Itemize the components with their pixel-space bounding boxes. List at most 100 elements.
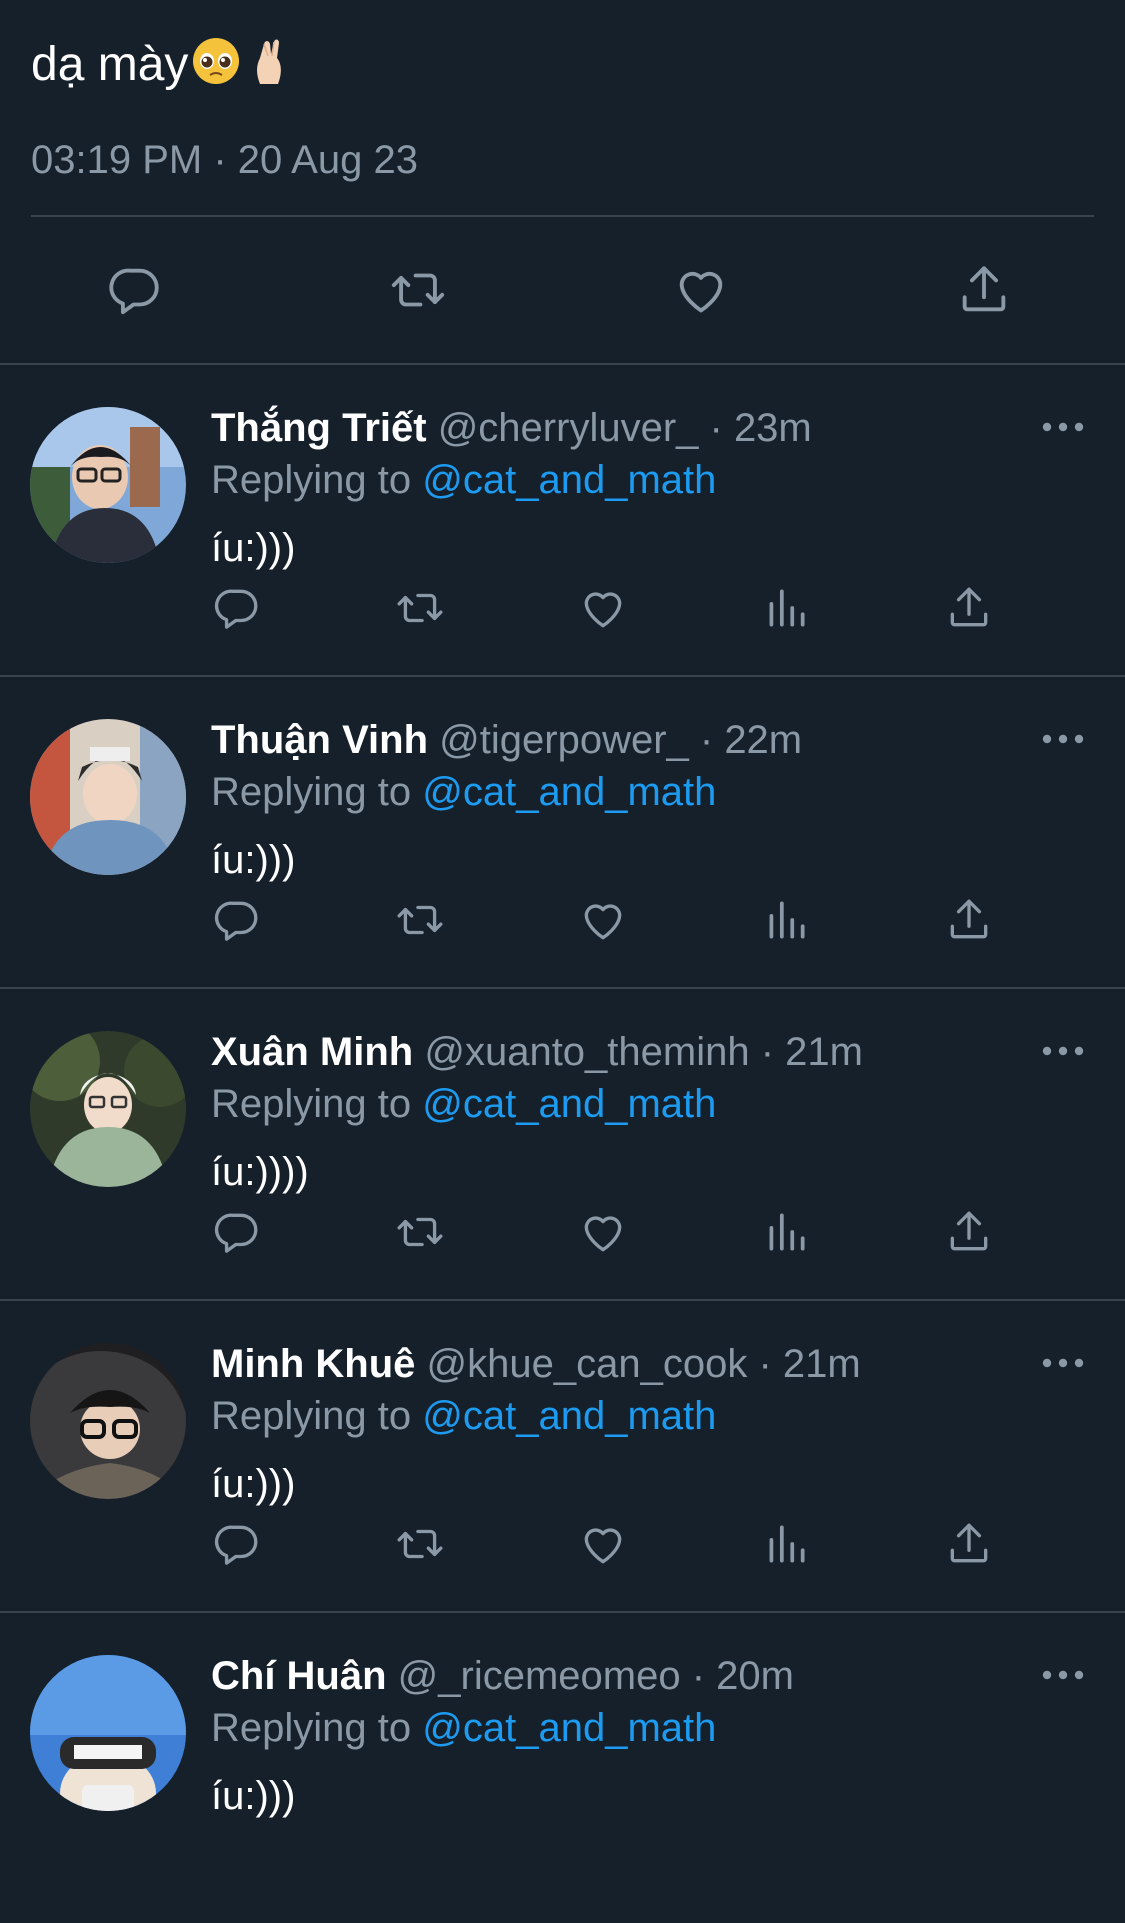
display-name[interactable]: Minh Khuê (211, 1342, 415, 1386)
user-handle[interactable]: @khue_can_cook (427, 1342, 748, 1386)
reply-time: 21m (782, 1342, 861, 1386)
replying-to-label: Replying to (211, 770, 412, 814)
avatar[interactable] (30, 1655, 186, 1811)
retweet-button[interactable] (277, 261, 560, 319)
reply-header: Thuận Vinh @tigerpower_ · 22m (211, 718, 803, 762)
user-handle[interactable]: @tigerpower_ (439, 718, 689, 762)
replying-to-line: Replying to @cat_and_math (211, 1703, 1125, 1753)
reply-button[interactable] (212, 895, 262, 945)
replying-to-mention[interactable]: @cat_and_math (422, 1082, 716, 1126)
replying-to-label: Replying to (211, 1706, 412, 1750)
reply-icon (106, 261, 164, 319)
like-icon (578, 583, 628, 633)
retweet-icon (395, 583, 445, 633)
reply-header: Minh Khuê @khue_can_cook · 21m (211, 1342, 861, 1386)
reply-button[interactable] (212, 1519, 262, 1569)
retweet-button[interactable] (395, 1207, 445, 1257)
reply-icon (212, 583, 262, 633)
tweet-text: dạ mày (31, 38, 189, 91)
avatar[interactable] (30, 719, 186, 875)
display-name[interactable]: Xuân Minh (211, 1030, 413, 1074)
share-icon (955, 261, 1013, 319)
reply-tweet[interactable]: Xuân Minh @xuanto_theminh · 21m Replying… (0, 989, 1125, 1299)
reply-tweet[interactable]: Thuận Vinh @tigerpower_ · 22m Replying t… (0, 677, 1125, 987)
reply-text: íu:))) (211, 1774, 296, 1818)
like-button[interactable] (578, 895, 628, 945)
share-icon (944, 1519, 994, 1569)
replying-to-line: Replying to @cat_and_math (211, 767, 1125, 817)
replying-to-mention[interactable]: @cat_and_math (422, 458, 716, 502)
replying-to-line: Replying to @cat_and_math (211, 455, 1125, 505)
reply-action-bar (208, 1207, 988, 1263)
share-icon (944, 583, 994, 633)
display-name[interactable]: Chí Huân (211, 1654, 387, 1698)
avatar[interactable] (30, 1343, 186, 1499)
replying-to-mention[interactable]: @cat_and_math (422, 1394, 716, 1438)
display-name[interactable]: Thuận Vinh (211, 718, 428, 762)
replying-to-label: Replying to (211, 458, 412, 502)
more-options-icon[interactable] (1041, 417, 1085, 437)
more-options-icon[interactable] (1041, 1353, 1085, 1373)
display-name[interactable]: Thắng Triết (211, 406, 427, 450)
retweet-icon (395, 1519, 445, 1569)
reply-button[interactable] (0, 261, 277, 319)
reply-icon (212, 1519, 262, 1569)
views-icon (761, 1519, 811, 1569)
user-handle[interactable]: @cherryluver_ (438, 406, 699, 450)
avatar[interactable] (30, 407, 186, 563)
reply-body: Xuân Minh @xuanto_theminh · 21m Replying… (211, 1027, 1125, 1197)
reply-tweet[interactable]: Thắng Triết @cherryluver_ · 23m Replying… (0, 365, 1125, 675)
user-handle[interactable]: @xuanto_theminh (424, 1030, 749, 1074)
reply-text: íu:))) (211, 838, 296, 882)
main-tweet: dạ mày 03:19 PM · 20 Aug 23 (0, 0, 1125, 217)
like-icon (672, 261, 730, 319)
like-button[interactable] (578, 1207, 628, 1257)
views-button[interactable] (761, 583, 811, 633)
reply-action-bar (208, 583, 988, 639)
reply-text: íu:))) (211, 526, 296, 570)
user-handle[interactable]: @_ricemeomeo (398, 1654, 681, 1698)
more-options-icon[interactable] (1041, 1041, 1085, 1061)
replying-to-mention[interactable]: @cat_and_math (422, 1706, 716, 1750)
views-button[interactable] (761, 895, 811, 945)
pleading-face-emoji (190, 34, 242, 86)
replying-to-mention[interactable]: @cat_and_math (422, 770, 716, 814)
reply-tweet[interactable]: Chí Huân @_ricemeomeo · 20m Replying to … (0, 1613, 1125, 1923)
retweet-button[interactable] (395, 1519, 445, 1569)
replying-to-label: Replying to (211, 1394, 412, 1438)
like-button[interactable] (560, 261, 843, 319)
share-button[interactable] (944, 583, 994, 633)
reply-body: Chí Huân @_ricemeomeo · 20m Replying to … (211, 1651, 1125, 1821)
like-button[interactable] (578, 1519, 628, 1569)
main-action-bar (0, 217, 1125, 363)
share-button[interactable] (842, 261, 1125, 319)
reply-button[interactable] (212, 583, 262, 633)
avatar[interactable] (30, 1031, 186, 1187)
reply-button[interactable] (212, 1207, 262, 1257)
retweet-icon (389, 261, 447, 319)
share-button[interactable] (944, 895, 994, 945)
share-icon (944, 1207, 994, 1257)
share-button[interactable] (944, 1519, 994, 1569)
views-button[interactable] (761, 1207, 811, 1257)
retweet-button[interactable] (395, 895, 445, 945)
views-icon (761, 583, 811, 633)
share-button[interactable] (944, 1207, 994, 1257)
retweet-button[interactable] (395, 583, 445, 633)
more-options-icon[interactable] (1041, 1665, 1085, 1685)
reply-tweet[interactable]: Minh Khuê @khue_can_cook · 21m Replying … (0, 1301, 1125, 1611)
tweet-text-line: dạ mày (31, 0, 1094, 93)
retweet-icon (395, 895, 445, 945)
reply-time: 20m (716, 1654, 794, 1698)
retweet-icon (395, 1207, 445, 1257)
pinched-fingers-emoji (244, 34, 296, 86)
tweet-timestamp: 03:19 PM · 20 Aug 23 (31, 138, 418, 182)
more-options-icon[interactable] (1041, 729, 1085, 749)
replying-to-line: Replying to @cat_and_math (211, 1391, 1125, 1441)
like-button[interactable] (578, 583, 628, 633)
like-icon (578, 895, 628, 945)
replying-to-line: Replying to @cat_and_math (211, 1079, 1125, 1129)
reply-text: íu:)))) (211, 1150, 309, 1194)
views-button[interactable] (761, 1519, 811, 1569)
reply-action-bar (208, 1519, 988, 1575)
